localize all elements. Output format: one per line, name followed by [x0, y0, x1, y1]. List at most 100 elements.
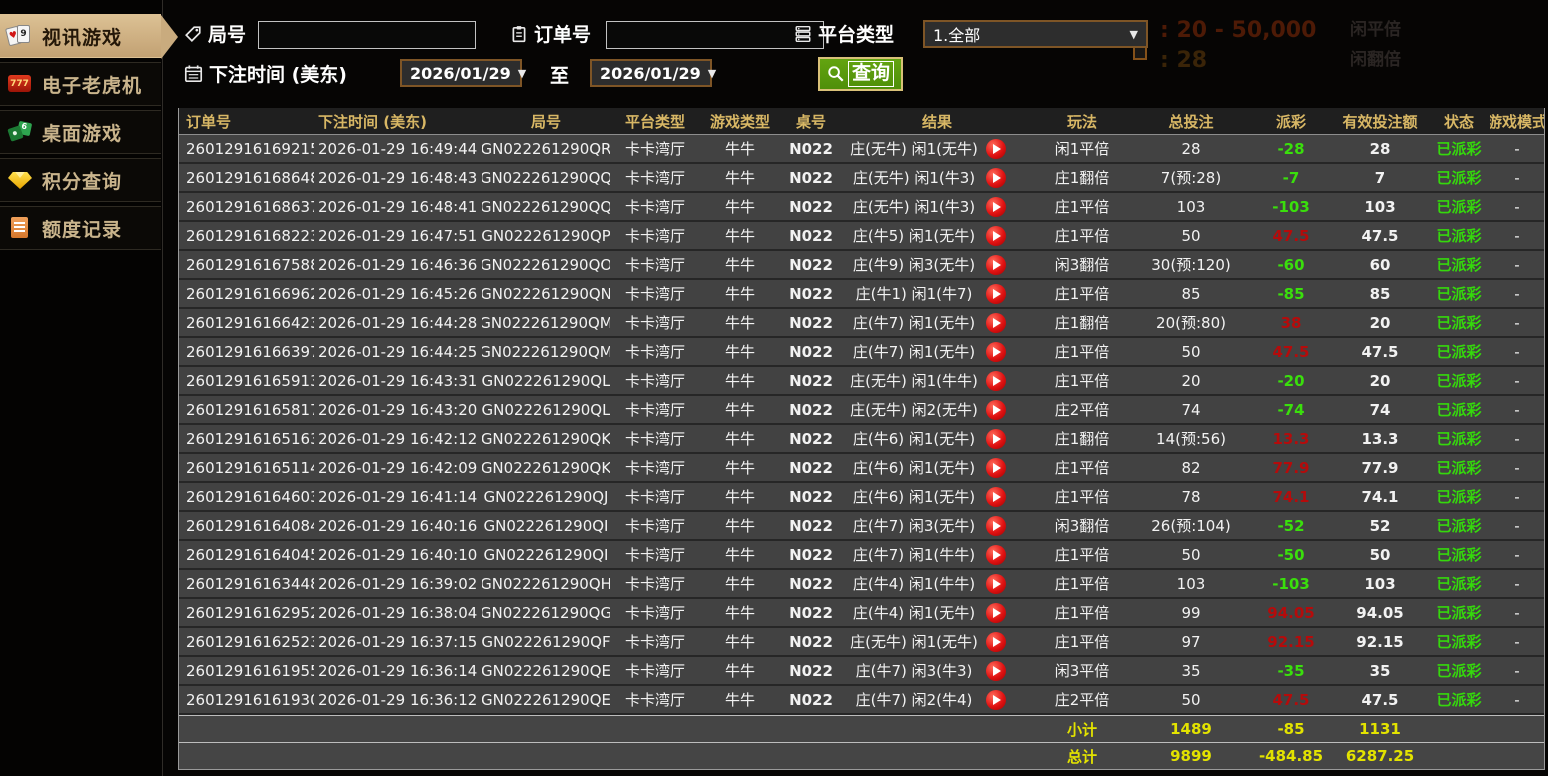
- round-no-cell: GN022261290QL: [482, 400, 610, 419]
- play-video-button[interactable]: [986, 254, 1006, 275]
- game-mode-cell: -: [1514, 400, 1520, 419]
- play-method-cell: 庄2平倍: [1054, 691, 1110, 709]
- column-header-status: 状态: [1443, 112, 1474, 131]
- bet-time-cell: 2026-01-29 16:40:16: [318, 516, 478, 535]
- filter-bar: 局号 订单号 平台类型 1.全部 ▼ 下注时间 (美东) 2026/01/29 …: [178, 0, 1548, 100]
- play-video-button[interactable]: [986, 138, 1006, 159]
- bet-time-cell: 2026-01-29 16:42:09: [318, 458, 478, 477]
- play-video-button[interactable]: [986, 370, 1006, 391]
- platform-cell: 卡卡湾厅: [624, 256, 685, 274]
- play-video-button[interactable]: [986, 602, 1006, 623]
- column-header-game-type: 游戏类型: [709, 112, 770, 131]
- platform-cell: 卡卡湾厅: [624, 604, 685, 622]
- play-video-button[interactable]: [986, 486, 1006, 507]
- valid-bet-cell: 85: [1369, 284, 1391, 303]
- play-video-button[interactable]: [986, 573, 1006, 594]
- sidebar-item-points-query[interactable]: 积分查询: [0, 158, 161, 202]
- chevron-down-icon: ▼: [517, 66, 527, 80]
- sidebar-item-quota-records[interactable]: 额度记录: [0, 206, 161, 250]
- sidebar-item-table-games[interactable]: 桌面游戏: [0, 110, 161, 154]
- bet-time-cell: 2026-01-29 16:49:44: [318, 139, 478, 158]
- play-video-button[interactable]: [986, 457, 1006, 478]
- bet-time-cell: 2026-01-29 16:48:43: [318, 168, 478, 187]
- play-video-button[interactable]: [986, 167, 1006, 188]
- result-cell: 庄(牛5) 闲1(无牛): [842, 222, 1032, 249]
- play-video-button[interactable]: [986, 660, 1006, 681]
- game-type-cell: 牛牛: [724, 140, 755, 158]
- play-video-button[interactable]: [986, 341, 1006, 362]
- result-cell: 庄(牛1) 闲1(牛7): [842, 280, 1032, 307]
- sidebar-item-slot-machine[interactable]: 777 电子老虎机: [0, 62, 161, 106]
- status-cell: 已派彩: [1436, 517, 1482, 535]
- bet-time-cell: 2026-01-29 16:43:31: [318, 371, 478, 390]
- valid-bet-cell: 13.3: [1361, 429, 1399, 448]
- valid-bet-cell: 92.15: [1356, 632, 1404, 651]
- table-row: 2601291616344802026-01-29 16:39:02GN0222…: [179, 570, 1544, 599]
- round-no-input[interactable]: [258, 21, 476, 49]
- total-bet-cell: 26(预:104): [1151, 517, 1231, 535]
- payout-cell: 47.5: [1272, 342, 1310, 361]
- chevron-down-icon: ▼: [707, 66, 717, 80]
- status-cell: 已派彩: [1436, 198, 1482, 216]
- play-video-button[interactable]: [986, 196, 1006, 217]
- play-video-button[interactable]: [986, 312, 1006, 333]
- table-row: 2601291616921562026-01-29 16:49:44GN0222…: [179, 135, 1544, 164]
- result-text: 庄(无牛) 闲1(牛牛): [850, 372, 978, 390]
- play-video-button[interactable]: [986, 544, 1006, 565]
- table-row: 2601291616696262026-01-29 16:45:26GN0222…: [179, 280, 1544, 309]
- game-type-cell: 牛牛: [724, 459, 755, 477]
- order-no-cell: 260129161686375: [186, 197, 314, 216]
- play-method-cell: 庄1翻倍: [1054, 314, 1110, 332]
- platform-type-value: 1.全部: [933, 26, 981, 45]
- search-button[interactable]: 查询: [818, 57, 904, 91]
- round-no-cell: GN022261290QM: [482, 342, 610, 361]
- order-no-cell: 260129161669626: [186, 284, 314, 303]
- total-bet-cell: 50: [1181, 545, 1201, 564]
- valid-bet-cell: 77.9: [1361, 458, 1399, 477]
- play-method-cell: 庄1平倍: [1054, 198, 1110, 216]
- sidebar-item-video-games[interactable]: ♥ 9 视讯游戏: [0, 14, 178, 59]
- date-from-picker[interactable]: 2026/01/29 ▼: [400, 59, 526, 87]
- platform-cell: 卡卡湾厅: [624, 517, 685, 535]
- subtotal-row: 小计 1489 -85 1131: [179, 715, 1544, 742]
- payout-cell: -52: [1277, 516, 1305, 535]
- date-to-picker[interactable]: 2026/01/29 ▼: [590, 59, 716, 87]
- game-mode-cell: -: [1514, 516, 1520, 535]
- total-total-bet: 9899: [1170, 747, 1212, 765]
- order-no-cell: 260129161658175: [186, 400, 314, 419]
- payout-cell: 38: [1280, 313, 1302, 332]
- game-mode-cell: -: [1514, 603, 1520, 622]
- play-video-button[interactable]: [986, 399, 1006, 420]
- valid-bet-cell: 20: [1369, 371, 1391, 390]
- status-cell: 已派彩: [1436, 691, 1482, 709]
- game-mode-cell: -: [1514, 313, 1520, 332]
- play-video-button[interactable]: [986, 283, 1006, 304]
- play-video-button[interactable]: [986, 689, 1006, 710]
- round-no-cell: GN022261290QI: [483, 516, 609, 535]
- result-cell: 庄(牛7) 闲1(无牛): [842, 309, 1032, 336]
- order-no-cell: 260129161664239: [186, 313, 314, 332]
- game-mode-cell: -: [1514, 487, 1520, 506]
- subtotal-payout: -85: [1277, 720, 1305, 738]
- round-no-cell: GN022261290QQ: [482, 197, 610, 216]
- play-video-button[interactable]: [986, 428, 1006, 449]
- column-header-bet-time: 下注时间 (美东): [318, 112, 427, 131]
- order-no-input[interactable]: [606, 21, 824, 49]
- platform-cell: 卡卡湾厅: [624, 285, 685, 303]
- platform-type-select[interactable]: 1.全部 ▼: [923, 20, 1148, 48]
- result-text: 庄(牛7) 闲1(无牛): [852, 343, 976, 361]
- status-cell: 已派彩: [1436, 343, 1482, 361]
- order-no-cell: 260129161692156: [186, 139, 314, 158]
- total-bet-cell: 99: [1181, 603, 1201, 622]
- play-video-button[interactable]: [986, 515, 1006, 536]
- game-mode-cell: -: [1514, 632, 1520, 651]
- status-cell: 已派彩: [1436, 662, 1482, 680]
- result-text: 庄(牛9) 闲3(无牛): [852, 256, 976, 274]
- play-video-button[interactable]: [986, 225, 1006, 246]
- payout-cell: 13.3: [1272, 429, 1310, 448]
- round-no-cell: GN022261290QN: [482, 284, 610, 303]
- play-method-cell: 庄1平倍: [1054, 459, 1110, 477]
- play-video-button[interactable]: [986, 631, 1006, 652]
- game-mode-cell: -: [1514, 429, 1520, 448]
- valid-bet-cell: 50: [1369, 545, 1391, 564]
